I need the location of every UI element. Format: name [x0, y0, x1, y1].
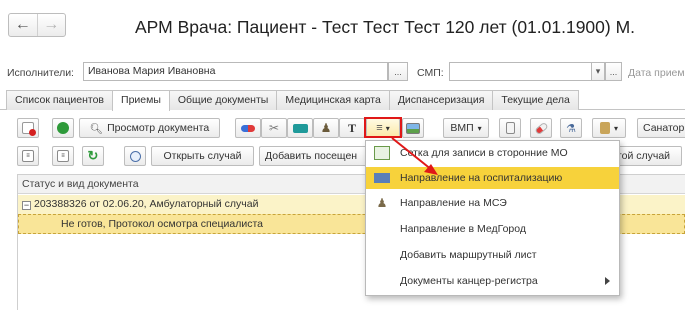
delete-document-button[interactable]	[17, 118, 39, 138]
image-button[interactable]	[402, 118, 424, 138]
text-button[interactable]: T	[339, 118, 365, 138]
view-document-button[interactable]: 🔍︎ Просмотр документа	[79, 118, 220, 138]
executor-field[interactable]: Иванова Мария Ивановна	[83, 62, 388, 81]
image-icon	[406, 122, 420, 134]
detail-row-label: Не готов, Протокол осмотра специалиста	[61, 218, 263, 230]
refresh-icon: ↻	[87, 148, 99, 163]
table-add-icon: ≡	[57, 150, 69, 162]
doctor-button[interactable]: ♟	[313, 118, 339, 138]
magnifier-icon: 🔍︎	[89, 122, 104, 135]
pill-icon	[241, 124, 255, 132]
clipboard-dropdown-button[interactable]: ▾	[592, 118, 626, 138]
microscope-icon: ⚗	[566, 122, 576, 135]
menu-item-mse-referral[interactable]: ♟ Направление на МСЭ	[366, 192, 619, 214]
scissors-icon: ✂	[268, 121, 280, 135]
executor-label: Исполнители:	[7, 67, 74, 79]
date-label: Дата прием	[628, 67, 685, 79]
document-button[interactable]	[499, 118, 521, 138]
bed-icon	[292, 123, 308, 133]
menu-item-hospitalization-referral[interactable]: Направление на госпитализацию	[366, 167, 619, 189]
table-code-icon: ≡	[22, 150, 34, 162]
arrow-left-icon[interactable]: ←	[9, 14, 37, 36]
open-case-button[interactable]: Открыть случай	[151, 146, 254, 166]
clock-button[interactable]	[124, 146, 146, 166]
menu-item-add-route-sheet[interactable]: Добавить маршрутный лист	[366, 244, 619, 266]
nav-buttons: ← →	[8, 13, 66, 37]
code-button-1[interactable]: ≡	[17, 146, 39, 166]
tab-appointments[interactable]: Приемы	[112, 90, 170, 111]
smp-select-button[interactable]: ...	[605, 62, 622, 81]
chevron-down-icon: ▾	[595, 66, 601, 76]
document-icon	[505, 122, 515, 134]
delete-doc-icon	[22, 122, 36, 136]
clock-icon	[129, 150, 141, 162]
collapse-icon[interactable]: −	[22, 201, 31, 210]
sanatorium-button[interactable]: Санатор	[637, 118, 685, 138]
doctor-icon: ♟	[320, 121, 332, 135]
menu-item-medgorod-referral[interactable]: Направление в МедГород	[366, 218, 619, 240]
add-visit-button[interactable]: Добавить посещен	[259, 146, 367, 166]
window-title: АРМ Врача: Пациент - Тест Тест Тест 120 …	[135, 17, 636, 37]
chevron-down-icon: ▾	[613, 123, 618, 133]
forward-arrows-icon	[57, 122, 69, 134]
injection-button[interactable]	[235, 118, 261, 138]
menu-item-grid-external-mo[interactable]: Сетка для записи в сторонние МО	[366, 142, 619, 164]
bed-button[interactable]	[287, 118, 313, 138]
lab-button[interactable]: ⚗	[560, 118, 582, 138]
capsule-button[interactable]	[530, 118, 552, 138]
group-row-label: 203388326 от 02.06.20, Амбулаторный случ…	[34, 198, 259, 210]
referral-menu: Сетка для записи в сторонние МО Направле…	[365, 140, 620, 296]
chevron-down-icon: ▾	[477, 123, 482, 133]
smp-dropdown-button[interactable]: ▾	[591, 62, 605, 81]
person-icon: ♟	[376, 196, 388, 210]
tab-common-documents[interactable]: Общие документы	[168, 90, 278, 110]
tab-dispensary[interactable]: Диспансеризация	[388, 90, 494, 110]
hospital-bed-icon	[374, 173, 390, 183]
capsule-icon	[533, 121, 549, 135]
grid-check-icon	[374, 146, 390, 160]
arrow-right-icon[interactable]: →	[36, 14, 66, 36]
smp-label: СМП:	[417, 67, 444, 79]
refresh-button[interactable]: ↻	[82, 146, 104, 166]
tab-patient-list[interactable]: Список пациентов	[6, 90, 114, 110]
clipboard-icon	[599, 122, 610, 134]
smp-field[interactable]	[449, 62, 592, 81]
highlight-frame	[364, 117, 402, 138]
executor-select-button[interactable]: ...	[388, 62, 408, 81]
refresh-sign-button[interactable]	[52, 118, 74, 138]
menu-item-cancer-registry[interactable]: Документы канцер-регистра	[366, 270, 619, 292]
vmp-dropdown-button[interactable]: ВМП ▾	[443, 118, 489, 138]
tab-current-tasks[interactable]: Текущие дела	[492, 90, 579, 110]
bandage-button[interactable]: ✂	[261, 118, 287, 138]
other-case-button[interactable]: гой случай	[612, 146, 682, 166]
code-button-2[interactable]: ≡	[52, 146, 74, 166]
tab-medical-card[interactable]: Медицинская карта	[276, 90, 390, 110]
submenu-arrow-icon	[605, 277, 610, 285]
tab-bar: Список пациентов Приемы Общие документы …	[6, 90, 579, 111]
